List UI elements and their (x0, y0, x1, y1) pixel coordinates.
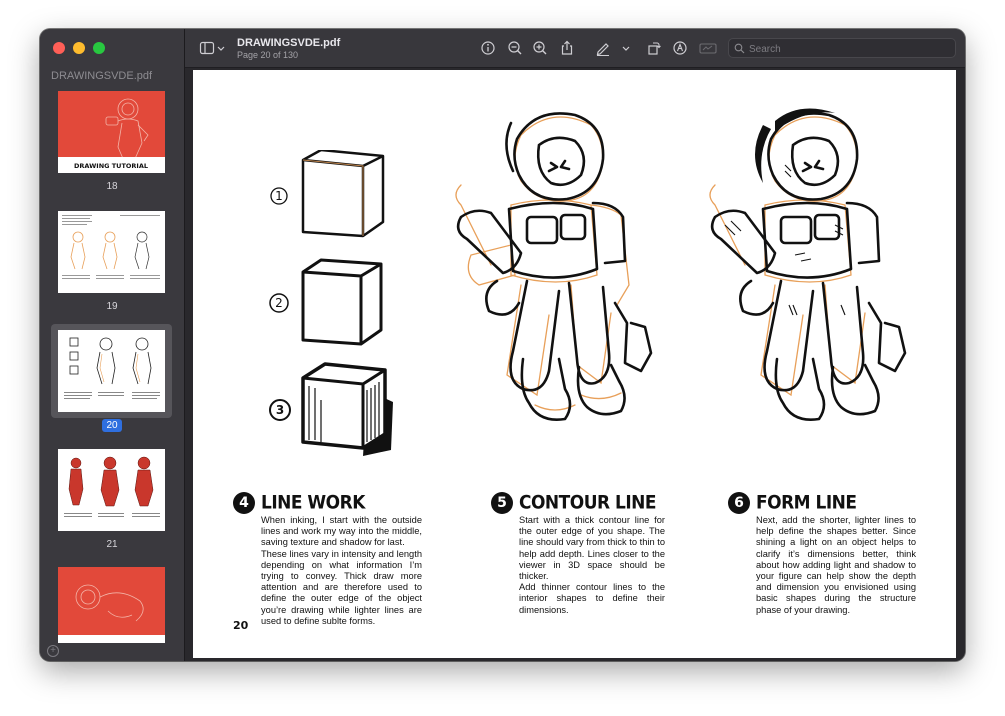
search-input[interactable] (747, 41, 951, 57)
thumbnail-label-18: 18 (106, 181, 118, 192)
zoom-in-icon[interactable] (532, 40, 548, 56)
section-title: CONTOUR LINE (519, 492, 657, 514)
markup-icon[interactable] (595, 40, 611, 56)
cube-2 (301, 258, 383, 346)
thumbnail-page-19[interactable] (58, 211, 165, 293)
sidebar-title: DRAWINGSVDE.pdf (51, 70, 153, 82)
zoom-button[interactable] (93, 42, 105, 54)
thumbnail-label-20: 20 (40, 419, 184, 432)
cover-illustration: DRAWING TUTORIAL (58, 98, 165, 173)
astronaut-contour-illustration (455, 112, 653, 421)
section-number: 6 (728, 492, 750, 514)
section-line-work-body: When inking, I start with the outside li… (261, 515, 422, 627)
current-page-thumbnail (64, 337, 160, 399)
add-page-icon[interactable]: + (47, 645, 59, 657)
chevron-down-icon[interactable] (621, 40, 631, 56)
sketch-thumbnail (62, 215, 160, 279)
document-title: DRAWINGSVDE.pdf (237, 37, 341, 49)
section-form-line-heading: 6 FORM LINE (728, 492, 857, 514)
info-icon[interactable] (480, 40, 496, 56)
cube-1 (301, 150, 385, 238)
section-number: 4 (233, 492, 255, 514)
close-button[interactable] (53, 42, 65, 54)
cube-step-2: 2 (275, 296, 283, 310)
section-number: 5 (491, 492, 513, 514)
zoom-out-icon[interactable] (507, 40, 523, 56)
thumbnail-page-21[interactable] (58, 449, 165, 531)
paragraph: Add thinner contour lines to the interio… (519, 582, 665, 615)
thumbnail-label-19: 19 (106, 301, 118, 312)
thumbnail-label-21: 21 (106, 539, 118, 550)
search-icon (734, 43, 745, 54)
sidebar-icon[interactable] (199, 40, 215, 56)
window-controls (53, 42, 105, 54)
paragraph: When inking, I start with the outside li… (261, 515, 422, 548)
document-viewer[interactable]: 1 2 3 4 LINE WORK When inking, I start w… (185, 68, 965, 661)
cube-3 (301, 362, 393, 456)
cube-step-1: 1 (275, 189, 283, 203)
search-field[interactable] (728, 38, 956, 58)
section-contour-line-heading: 5 CONTOUR LINE (491, 492, 657, 514)
chevron-down-icon[interactable] (216, 40, 226, 56)
cube-step-3: 3 (276, 403, 284, 417)
page-indicator: Page 20 of 130 (237, 50, 299, 60)
color-thumbnail (64, 456, 160, 517)
thumbnail-page-18[interactable]: DRAWING TUTORIAL (58, 91, 165, 173)
thumbnail-page-20[interactable] (58, 330, 165, 412)
minimize-button[interactable] (73, 42, 85, 54)
preview-window: DRAWINGSVDE.pdf DRAWING TUTORIAL 18 19 2… (40, 29, 965, 661)
section-contour-line-body: Start with a thick contour line for the … (519, 515, 665, 616)
annotate-icon[interactable] (672, 40, 688, 56)
cube-illustrations: 1 2 3 (269, 150, 393, 456)
toolbar: DRAWINGSVDE.pdf Page 20 of 130 (185, 29, 965, 68)
section-form-line-body: Next, add the shorter, lighter lines to … (756, 515, 916, 616)
section-title: FORM LINE (756, 492, 857, 514)
astronaut-form-illustration (709, 108, 907, 421)
cover-illustration-2 (58, 584, 165, 643)
rotate-icon[interactable] (646, 40, 662, 56)
share-icon[interactable] (559, 40, 575, 56)
thumbnail-list[interactable]: DRAWING TUTORIAL 18 19 20 21 (40, 87, 184, 643)
thumbnail-page-22[interactable] (58, 567, 165, 643)
thumbnail-sidebar: DRAWINGSVDE.pdf DRAWING TUTORIAL 18 19 2… (40, 29, 185, 661)
redact-icon[interactable] (699, 40, 717, 56)
pdf-page: 1 2 3 4 LINE WORK When inking, I start w… (193, 70, 956, 658)
page-number: 20 (233, 619, 249, 632)
section-line-work-heading: 4 LINE WORK (233, 492, 365, 514)
paragraph: Start with a thick contour line for the … (519, 515, 665, 582)
section-title: LINE WORK (261, 492, 365, 514)
cover-text: DRAWING TUTORIAL (74, 162, 148, 170)
paragraph: These lines vary in intensity and length… (261, 548, 422, 626)
paragraph: Next, add the shorter, lighter lines to … (756, 515, 916, 615)
